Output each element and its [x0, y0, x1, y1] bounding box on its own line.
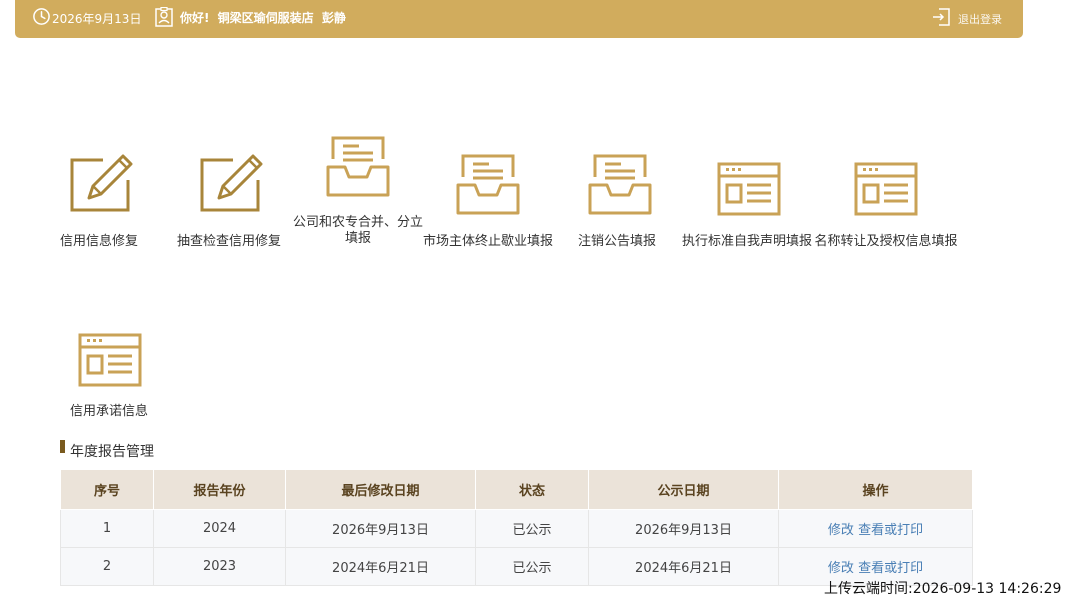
current-date: 2026年9月13日 [52, 12, 142, 26]
column-header: 序号 [60, 469, 154, 510]
tile-standard-self-declaration[interactable]: 执行标准自我声明填报 [682, 162, 812, 252]
annual-report-table: 序号 报告年份 最后修改日期 状态 公示日期 操作 1 2024 2026年9月… [60, 469, 973, 586]
column-header: 状态 [475, 469, 589, 510]
cell-modified-date: 2024年6月21日 [285, 547, 476, 586]
section-marker [60, 440, 65, 453]
tile-label: 抽查检查信用修复 [176, 234, 281, 249]
greeting-text: 你好! [180, 11, 210, 25]
cell-actions: 修改 查看或打印 [778, 509, 973, 548]
cell-status: 已公示 [475, 547, 589, 586]
cell-no: 2 [60, 547, 154, 586]
tile-name-transfer-authorization[interactable]: 名称转让及授权信息填报 [814, 162, 958, 252]
user-name: 彭静 [321, 11, 346, 25]
browser-window-icon [717, 162, 781, 216]
section-title-text: 年度报告管理 [70, 444, 154, 460]
tile-termination-suspension[interactable]: 市场主体终止歇业填报 [423, 153, 553, 253]
inbox-tray-icon [588, 154, 652, 215]
table-row: 1 2024 2026年9月13日 已公示 2026年9月13日 修改 查看或打… [60, 509, 973, 548]
cell-publish-date: 2024年6月21日 [588, 547, 779, 586]
edit-link[interactable]: 修改 [828, 561, 854, 576]
clock-icon [33, 8, 50, 25]
cell-publish-date: 2026年9月13日 [588, 509, 779, 548]
tile-label: 公司和农专合并、分立填报 [292, 215, 423, 246]
tile-spotcheck-credit-repair[interactable]: 抽查检查信用修复 [164, 150, 294, 250]
logout-label: 退出登录 [958, 13, 1002, 26]
tile-credit-repair[interactable]: 信用信息修复 [34, 150, 164, 250]
cell-year: 2024 [153, 509, 286, 548]
browser-window-icon [78, 333, 142, 387]
tile-merger-split[interactable]: 公司和农专合并、分立填报 [293, 135, 423, 250]
user-badge-icon [155, 7, 173, 27]
top-bar: 2026年9月13日 你好! 铜梁区瑜伺服装店 彭静 退出登录 [15, 0, 1023, 38]
cell-status: 已公示 [475, 509, 589, 548]
column-header: 报告年份 [153, 469, 286, 510]
cell-year: 2023 [153, 547, 286, 586]
browser-window-icon [854, 162, 918, 216]
inbox-tray-icon [326, 136, 390, 197]
tile-deregistration-notice[interactable]: 注销公告填报 [552, 153, 682, 253]
user-greeting: 你好! 铜梁区瑜伺服装店 彭静 [180, 9, 350, 26]
column-header: 最后修改日期 [285, 469, 476, 510]
shop-name: 铜梁区瑜伺服装店 [217, 11, 314, 25]
tile-label: 信用承诺信息 [69, 404, 148, 419]
tile-label: 名称转让及授权信息填报 [814, 234, 958, 249]
view-print-link[interactable]: 查看或打印 [858, 523, 923, 538]
view-print-link[interactable]: 查看或打印 [858, 561, 923, 576]
tile-credit-commitment[interactable]: 信用承诺信息 [44, 333, 174, 423]
inbox-tray-icon [456, 154, 520, 215]
edit-link[interactable]: 修改 [828, 523, 854, 538]
upload-time: 上传云端时间:2026-09-13 14:26:29 [824, 581, 1062, 597]
logout-icon [933, 8, 950, 26]
column-header: 操作 [778, 469, 973, 510]
edit-icon [200, 150, 265, 212]
cell-no: 1 [60, 509, 154, 548]
cell-modified-date: 2026年9月13日 [285, 509, 476, 548]
table-header-row: 序号 报告年份 最后修改日期 状态 公示日期 操作 [60, 469, 973, 510]
column-header: 公示日期 [588, 469, 779, 510]
edit-icon [70, 150, 135, 212]
